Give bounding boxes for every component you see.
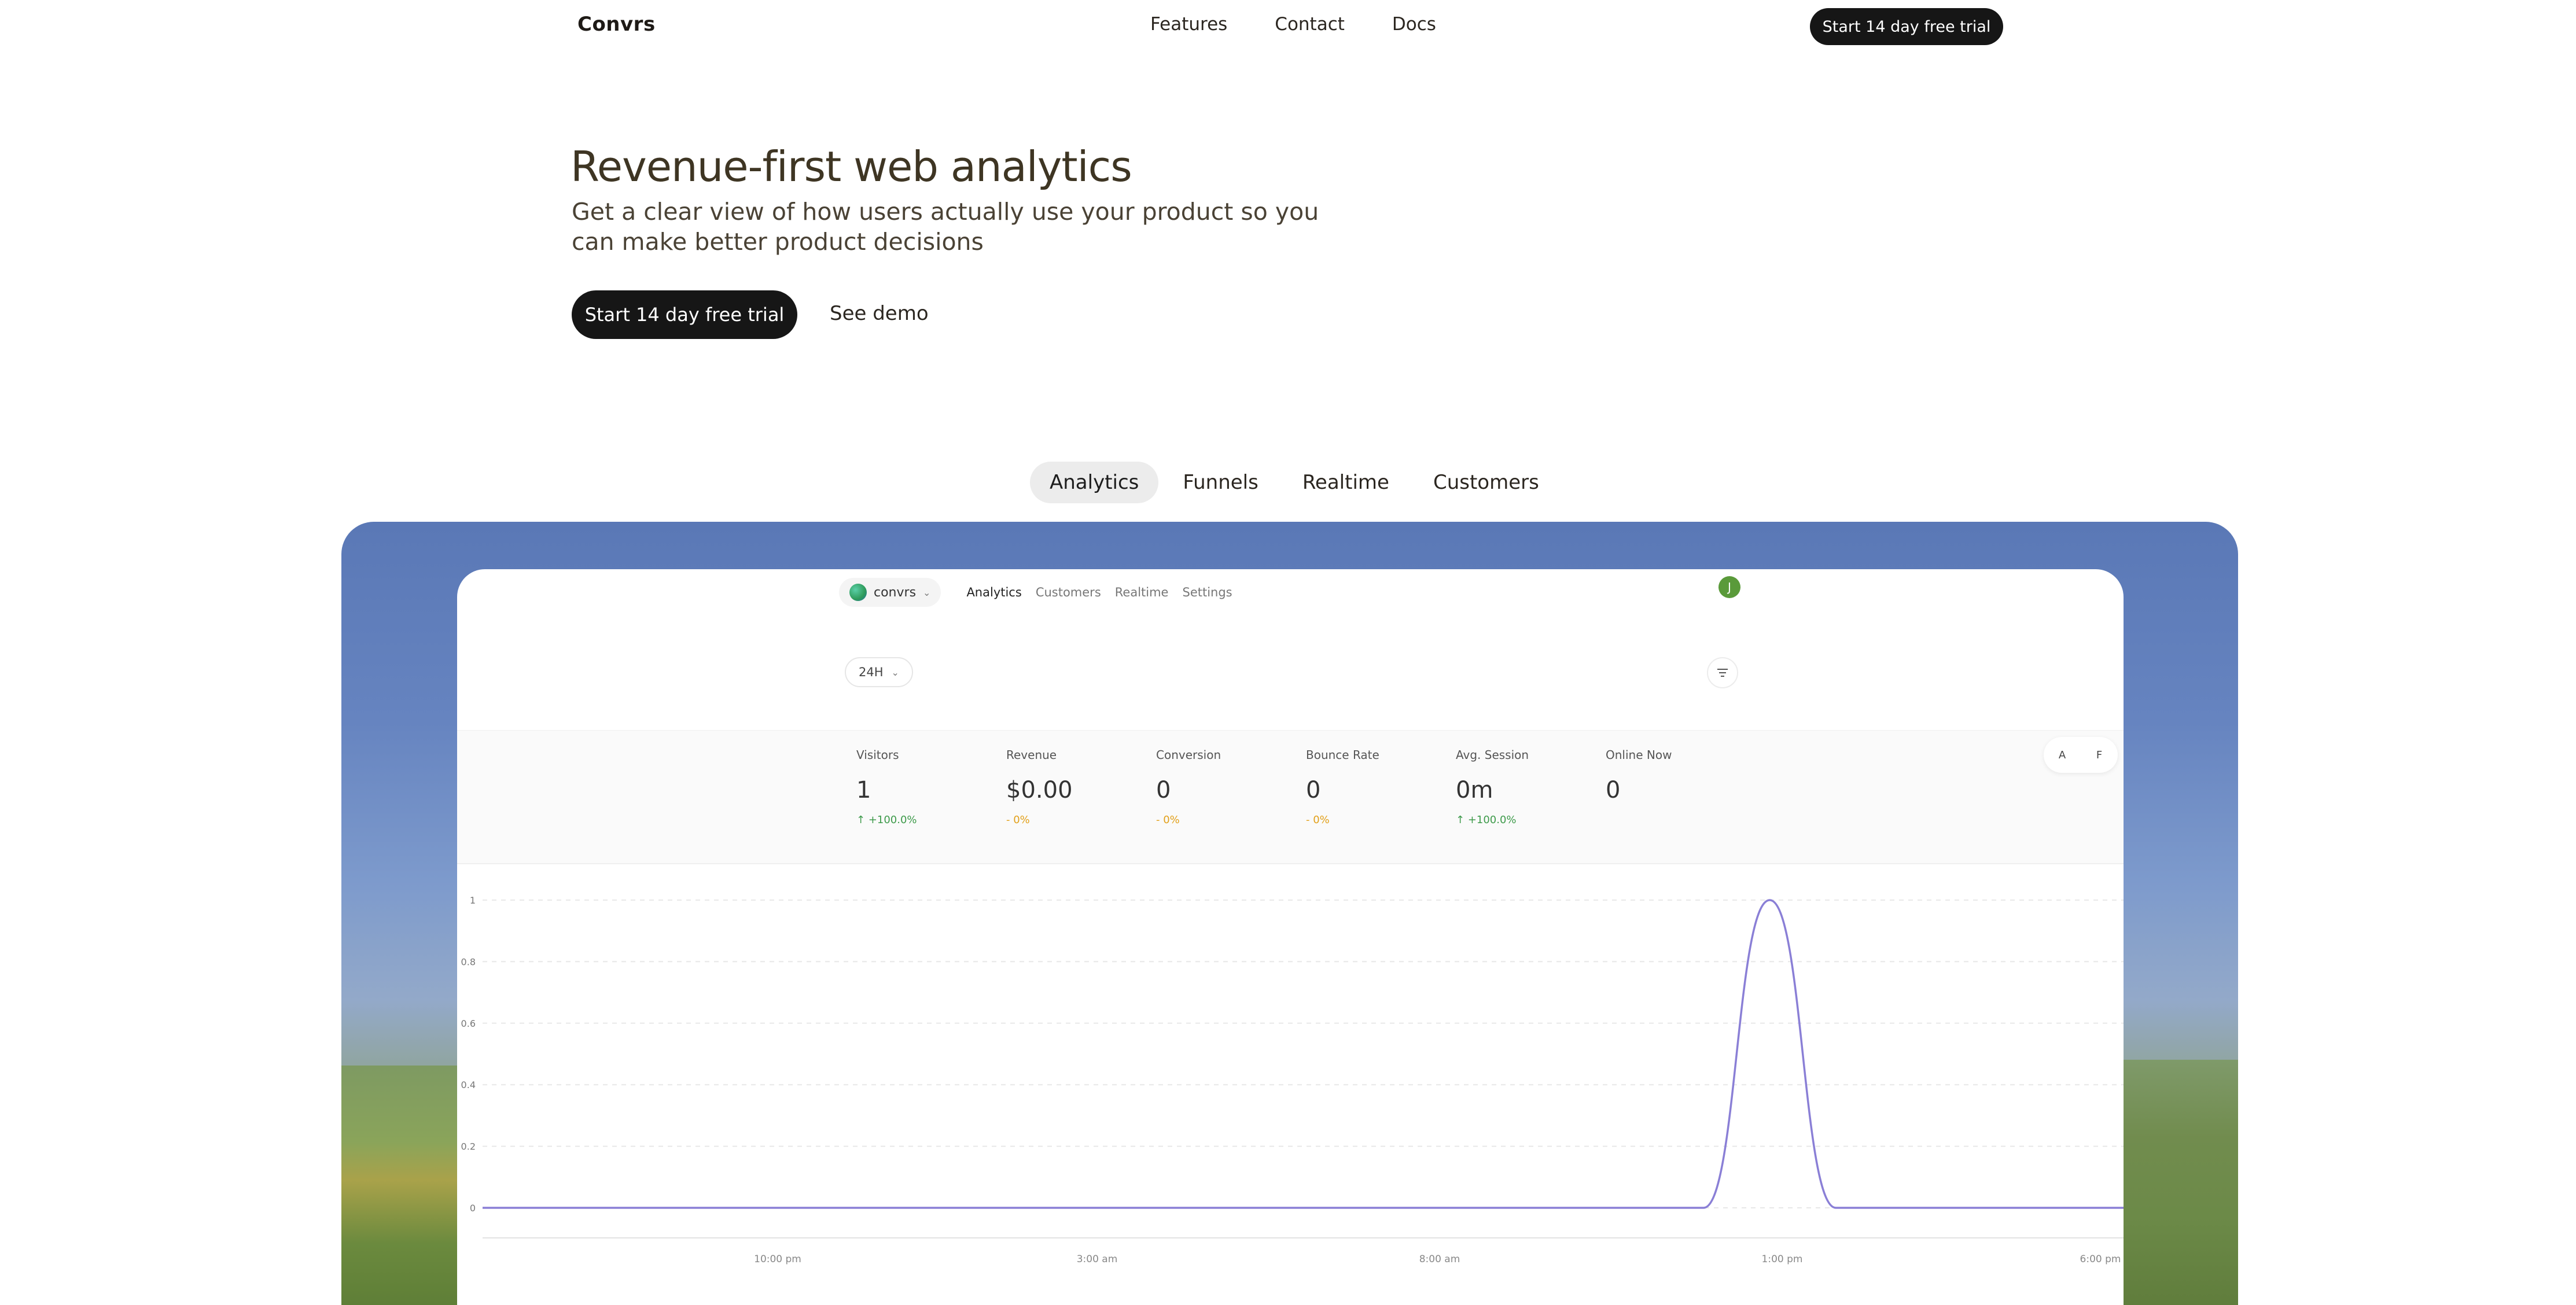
visitors-line-chart: 0 0.2 0.4 0.6 0.8 1 10:00 pm 3:00 am 8:00 am 1:00…	[461, 895, 2124, 1265]
filter-button[interactable]	[1707, 657, 1738, 688]
x-tick-label: 8:00 am	[1419, 1254, 1460, 1265]
stat-revenue[interactable]: Revenue $0.00 - 0%	[1006, 748, 1151, 830]
series-line	[483, 899, 2124, 1209]
stat-delta: - 0%	[1156, 814, 1180, 826]
meadow-left	[341, 1066, 469, 1305]
meadow-right	[2111, 1060, 2238, 1305]
time-range-label: 24H	[859, 665, 884, 679]
tab-analytics[interactable]: Analytics	[1030, 462, 1159, 503]
nav-links: Features Contact Docs	[1150, 14, 1436, 35]
y-tick-label: 0.8	[461, 956, 476, 967]
nav-link-features[interactable]: Features	[1150, 14, 1227, 35]
stat-online-now[interactable]: Online Now 0	[1606, 748, 1750, 807]
stat-visitors[interactable]: Visitors 1 ↑ +100.0%	[856, 748, 1001, 830]
top-nav: Convrs Features Contact Docs Start 14 da…	[0, 0, 2576, 53]
filter-icon	[1717, 669, 1728, 677]
y-tick-label: 1	[470, 895, 476, 906]
app-nav-analytics[interactable]: Analytics	[966, 585, 1021, 599]
x-tick-label: 3:00 am	[1077, 1254, 1118, 1265]
stat-delta: ↑ +100.0%	[856, 814, 1001, 830]
chevron-down-icon: ⌄	[923, 587, 931, 598]
hero-subtitle: Get a clear view of how users actually u…	[572, 198, 1319, 256]
stat-label: Bounce Rate	[1306, 748, 1379, 762]
stats-band: Visitors 1 ↑ +100.0% Revenue $0.00 - 0% …	[457, 730, 2124, 864]
stat-delta: - 0%	[1306, 814, 1330, 826]
product-tabs: Analytics Funnels Realtime Customers	[1030, 462, 1559, 503]
workspace-name: convrs	[874, 585, 917, 600]
stat-value: $0.00	[1006, 777, 1073, 803]
stat-label: Avg. Session	[1456, 748, 1529, 762]
app-nav-customers[interactable]: Customers	[1036, 585, 1101, 599]
toggle-a-button[interactable]: A	[2049, 742, 2075, 768]
nav-link-docs[interactable]: Docs	[1392, 14, 1436, 35]
app-nav: Analytics Customers Realtime Settings	[966, 585, 1232, 599]
stat-delta-text: +100.0%	[868, 814, 917, 826]
stat-label: Revenue	[1006, 748, 1057, 762]
hero-trial-button[interactable]: Start 14 day free trial	[572, 290, 797, 339]
x-tick-label: 10:00 pm	[754, 1254, 801, 1265]
toggle-f-button[interactable]: F	[2086, 742, 2112, 768]
stat-delta: ↑ +100.0%	[1456, 814, 1600, 830]
stat-value: 0m	[1456, 777, 1493, 803]
chevron-down-icon: ⌄	[891, 666, 899, 678]
y-tick-label: 0.6	[461, 1018, 476, 1029]
stat-label: Visitors	[856, 748, 899, 762]
view-toggle: A F	[2044, 737, 2118, 773]
workspace-logo-icon	[849, 584, 867, 601]
stat-label: Conversion	[1156, 748, 1221, 762]
hero-title: Revenue-first web analytics	[571, 142, 1132, 191]
stat-avg-session[interactable]: Avg. Session 0m ↑ +100.0%	[1456, 748, 1600, 830]
y-tick-label: 0	[470, 1203, 476, 1214]
stat-bounce-rate[interactable]: Bounce Rate 0 - 0%	[1306, 748, 1451, 830]
app-topbar: convrs ⌄ Analytics Customers Realtime Se…	[839, 576, 1232, 609]
y-tick-label: 0.2	[461, 1141, 476, 1152]
nav-trial-button[interactable]: Start 14 day free trial	[1810, 8, 2003, 45]
tab-funnels[interactable]: Funnels	[1163, 462, 1278, 503]
stat-value: 0	[1306, 777, 1321, 803]
stat-conversion[interactable]: Conversion 0 - 0%	[1156, 748, 1301, 830]
nav-link-contact[interactable]: Contact	[1275, 14, 1345, 35]
x-tick-label: 1:00 pm	[1762, 1254, 1803, 1265]
tab-realtime[interactable]: Realtime	[1283, 462, 1409, 503]
workspace-switcher[interactable]: convrs ⌄	[839, 578, 941, 607]
see-demo-link[interactable]: See demo	[830, 302, 929, 325]
arrow-up-icon: ↑	[856, 814, 869, 826]
brand-logo[interactable]: Convrs	[577, 13, 656, 36]
arrow-up-icon: ↑	[1456, 814, 1468, 826]
y-tick-label: 0.4	[461, 1079, 476, 1090]
stat-value: 0	[1606, 777, 1621, 803]
tab-customers[interactable]: Customers	[1414, 462, 1559, 503]
app-nav-settings[interactable]: Settings	[1182, 585, 1232, 599]
stat-delta-text: +100.0%	[1467, 814, 1517, 826]
dashboard-preview: convrs ⌄ Analytics Customers Realtime Se…	[457, 569, 2124, 1305]
stat-value: 1	[856, 777, 871, 803]
app-nav-realtime[interactable]: Realtime	[1115, 585, 1169, 599]
time-range-select[interactable]: 24H ⌄	[845, 657, 913, 687]
stat-value: 0	[1156, 777, 1171, 803]
stat-label: Online Now	[1606, 748, 1672, 762]
avatar[interactable]: J	[1718, 576, 1740, 598]
stat-delta: - 0%	[1006, 814, 1030, 826]
x-tick-label: 6:00 pm	[2080, 1254, 2121, 1265]
